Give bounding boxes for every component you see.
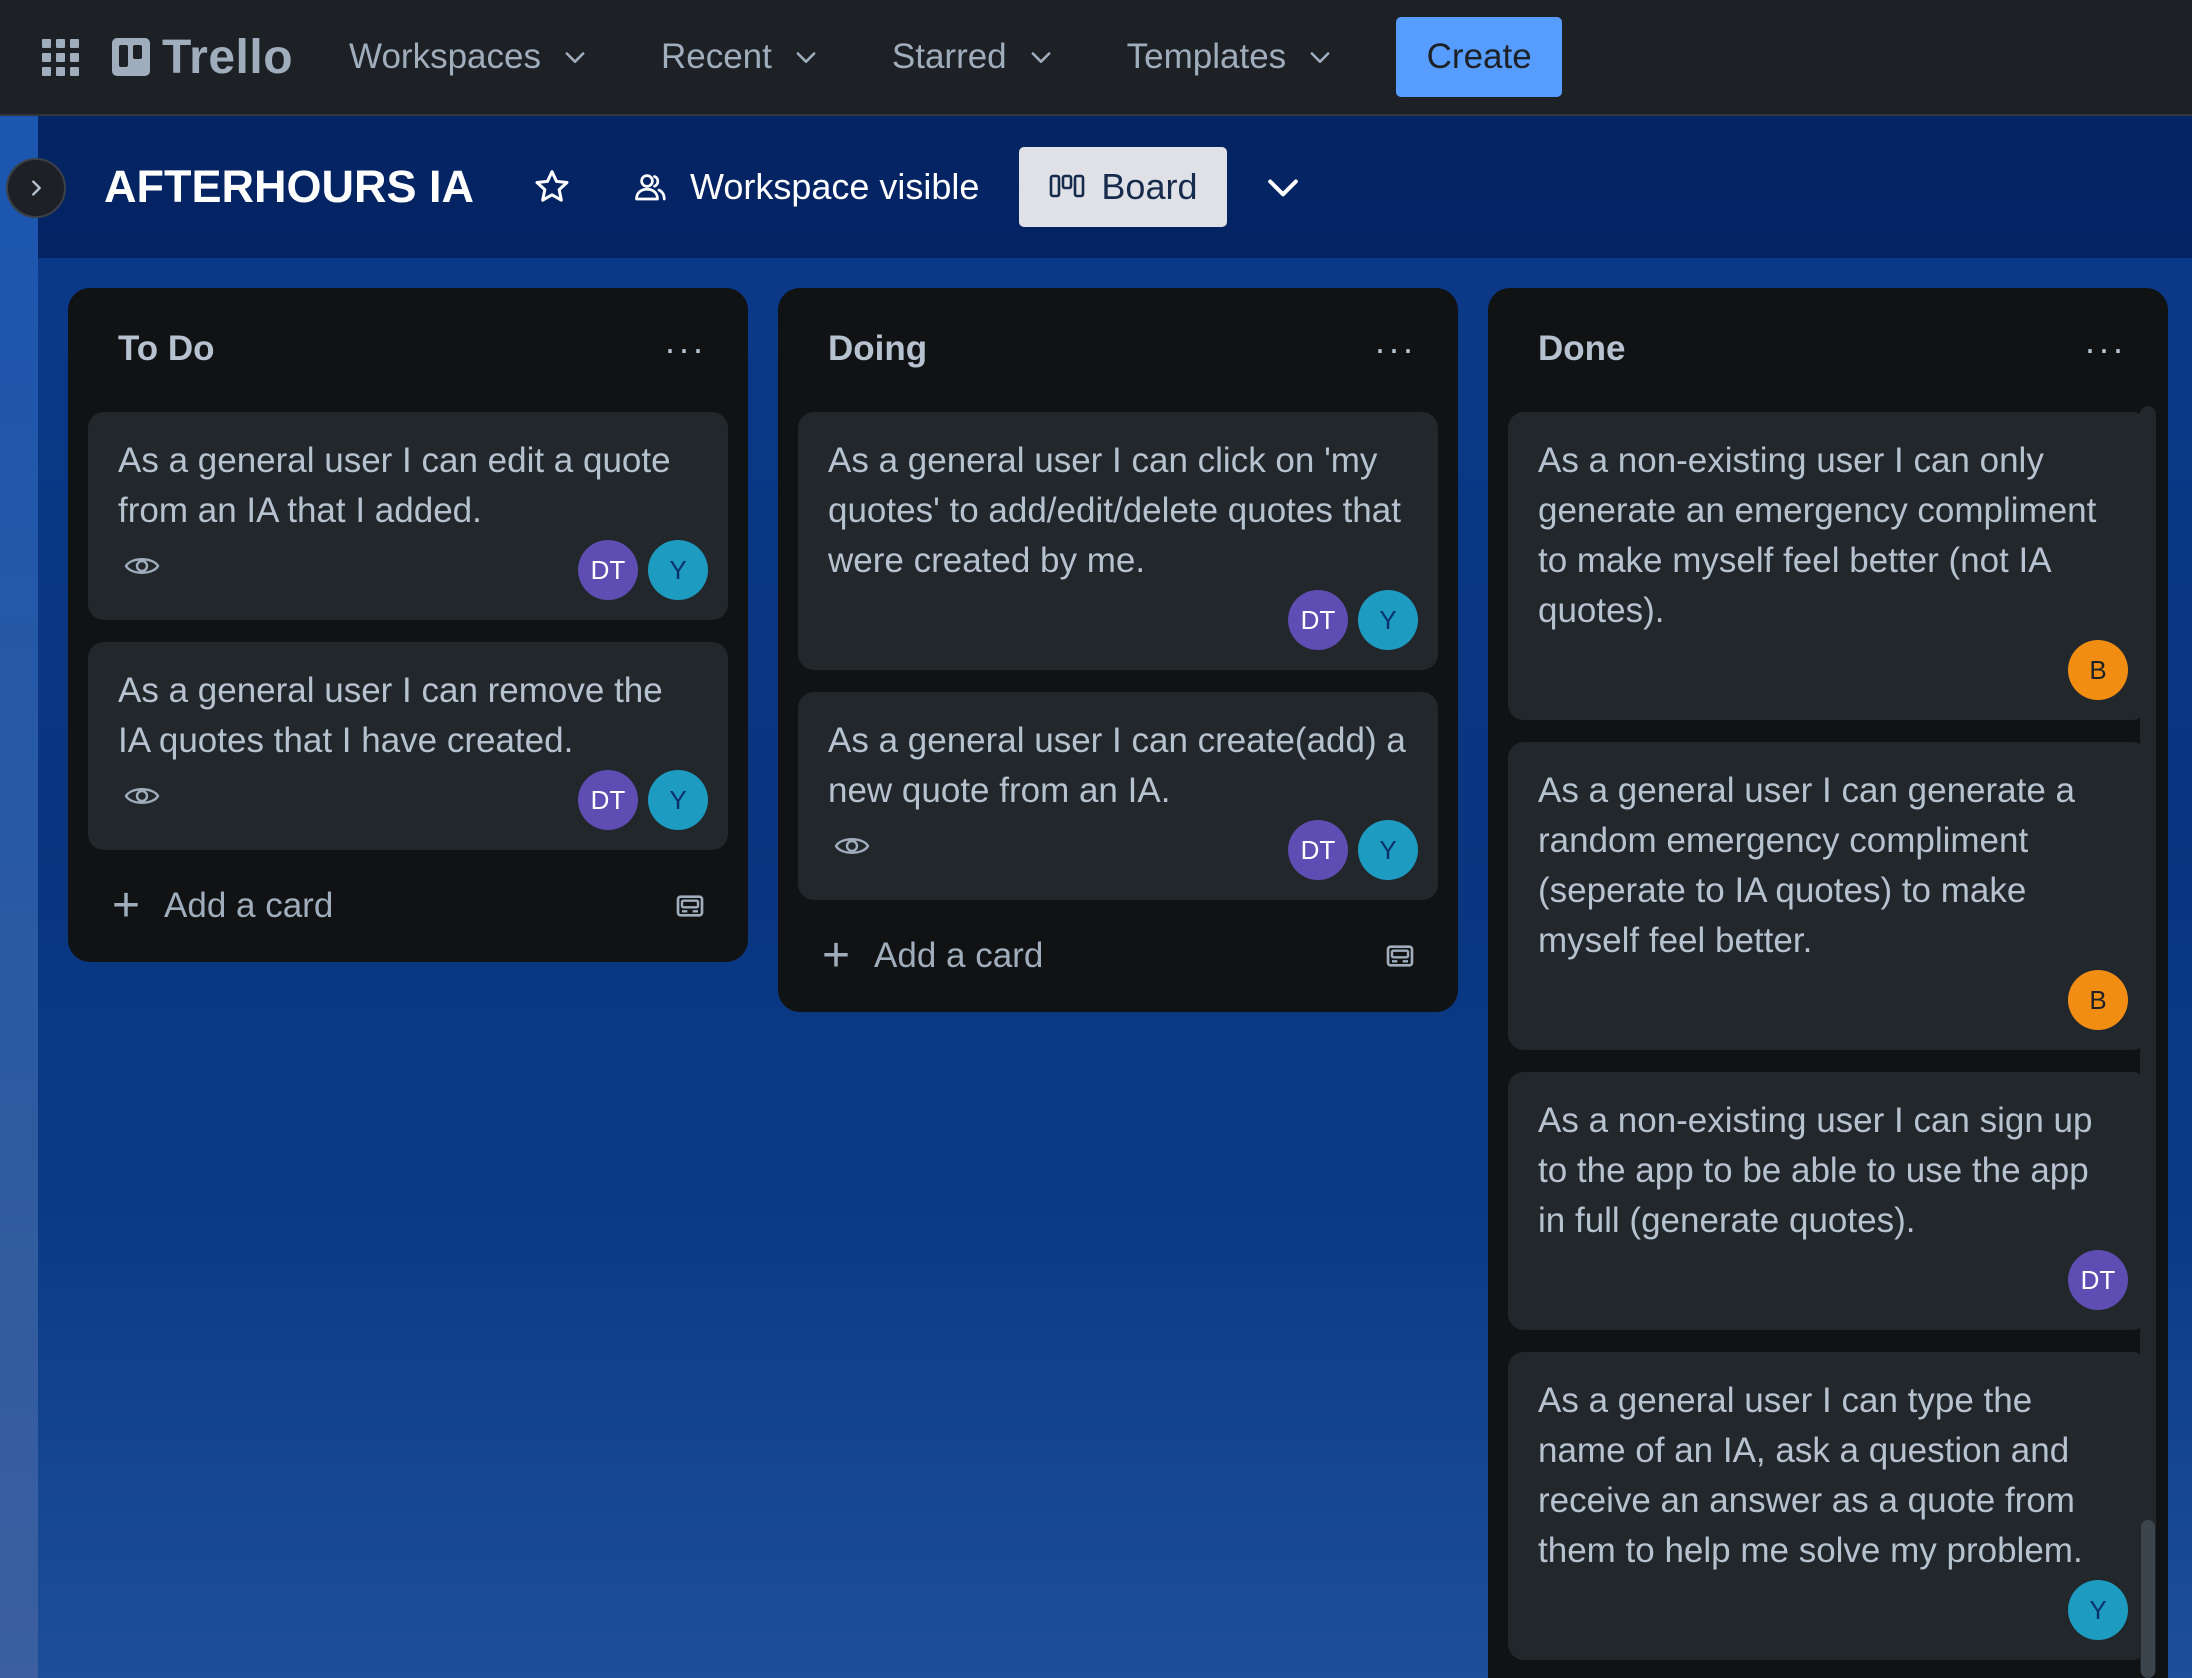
list-menu-button[interactable]: ··· <box>1374 328 1416 370</box>
templates-menu[interactable]: Templates <box>1127 37 1335 77</box>
starred-menu[interactable]: Starred <box>892 37 1055 77</box>
board-title[interactable]: AFTERHOURS IA <box>104 161 474 213</box>
list-header: Doing ··· <box>778 288 1458 410</box>
chevron-down-icon <box>1031 52 1051 63</box>
avatar[interactable]: B <box>2068 970 2128 1030</box>
chevron-down-icon <box>1310 52 1330 63</box>
plus-icon: + <box>112 879 141 932</box>
sidebar-collapsed-strip <box>0 116 38 1678</box>
board-view-button[interactable]: Board <box>1019 147 1228 227</box>
list-doing: Doing ··· As a general user I can click … <box>778 288 1458 1012</box>
chevron-down-icon <box>796 52 816 63</box>
card-members: DT Y <box>1278 590 1418 650</box>
trello-logo-icon <box>112 38 150 76</box>
chevron-down-icon[interactable] <box>1261 165 1305 209</box>
card[interactable]: As a non-existing user I can sign up to … <box>1508 1072 2148 1330</box>
board-header: AFTERHOURS IA Workspace visible Board <box>38 116 2192 258</box>
workspaces-label: Workspaces <box>349 37 541 76</box>
card-members: Y <box>2058 1580 2128 1640</box>
card-title: As a non-existing user I can only genera… <box>1538 441 2097 630</box>
templates-label: Templates <box>1126 37 1287 76</box>
card[interactable]: As a general user I can click on 'my quo… <box>798 412 1438 670</box>
card-title: As a general user I can remove the IA qu… <box>118 671 663 760</box>
card-members: DT Y <box>568 540 708 600</box>
list-done: Done ··· As a non-existing user I can on… <box>1488 288 2168 1678</box>
top-navigation: Trello Workspaces Recent Starred Templat… <box>0 0 2192 116</box>
list-scrollbar-track[interactable] <box>2140 406 2156 1678</box>
avatar[interactable]: Y <box>1358 820 1418 880</box>
board-columns-icon <box>1050 174 1085 198</box>
card-title: As a general user I can type the name of… <box>1538 1381 2083 1570</box>
create-button[interactable]: Create <box>1396 17 1563 97</box>
list-title[interactable]: Doing <box>828 329 927 369</box>
avatar[interactable]: DT <box>578 770 638 830</box>
card-members: B <box>2058 640 2128 700</box>
card-title: As a general user I can generate a rando… <box>1538 771 2076 960</box>
avatar[interactable]: DT <box>578 540 638 600</box>
board-view-label: Board <box>1101 166 1198 207</box>
list-to-do: To Do ··· As a general user I can edit a… <box>68 288 748 962</box>
card-members: DT <box>2058 1250 2128 1310</box>
list-title[interactable]: Done <box>1538 329 1626 369</box>
avatar[interactable]: Y <box>2068 1580 2128 1640</box>
eye-icon <box>834 838 870 854</box>
list-scrollbar-thumb[interactable] <box>2141 1520 2155 1678</box>
card[interactable]: As a non-existing user I can only genera… <box>1508 412 2148 720</box>
add-card-button[interactable]: + Add a card <box>88 866 728 946</box>
visibility-button[interactable]: Workspace visible <box>632 166 979 208</box>
card-members: DT Y <box>568 770 708 830</box>
card-template-icon[interactable] <box>1384 940 1416 972</box>
list-header: Done ··· <box>1488 288 2168 410</box>
card-members: DT Y <box>1278 820 1418 880</box>
chevron-right-icon <box>32 180 41 196</box>
avatar[interactable]: Y <box>1358 590 1418 650</box>
card-members: B <box>2058 970 2128 1030</box>
workspaces-menu[interactable]: Workspaces <box>349 37 589 77</box>
starred-label: Starred <box>891 37 1007 76</box>
card[interactable]: As a general user I can create(add) a ne… <box>798 692 1438 900</box>
expand-sidebar-button[interactable] <box>6 158 66 218</box>
avatar[interactable]: DT <box>2068 1250 2128 1310</box>
chevron-down-icon <box>565 52 585 63</box>
apps-grid-icon[interactable] <box>38 35 82 79</box>
eye-icon <box>124 558 160 574</box>
list-menu-button[interactable]: ··· <box>2084 328 2126 370</box>
star-icon[interactable] <box>532 167 572 207</box>
recent-menu[interactable]: Recent <box>661 37 820 77</box>
add-card-label: Add a card <box>164 886 334 925</box>
list-menu-button[interactable]: ··· <box>664 328 706 370</box>
avatar[interactable]: Y <box>648 770 708 830</box>
card[interactable]: As a general user I can edit a quote fro… <box>88 412 728 620</box>
add-card-label: Add a card <box>874 936 1044 975</box>
avatar[interactable]: DT <box>1288 820 1348 880</box>
card-title: As a general user I can edit a quote fro… <box>118 441 671 530</box>
plus-icon: + <box>822 929 851 982</box>
card[interactable]: As a general user I can type the name of… <box>1508 1352 2148 1660</box>
eye-icon <box>124 788 160 804</box>
avatar[interactable]: Y <box>648 540 708 600</box>
trello-logo[interactable]: Trello <box>112 30 293 85</box>
card-title: As a non-existing user I can sign up to … <box>1538 1101 2093 1240</box>
avatar[interactable]: DT <box>1288 590 1348 650</box>
card-title: As a general user I can click on 'my quo… <box>828 441 1401 580</box>
card-title: As a general user I can create(add) a ne… <box>828 721 1406 810</box>
logo-text: Trello <box>162 30 294 84</box>
card-template-icon[interactable] <box>674 890 706 922</box>
people-icon <box>635 174 666 201</box>
avatar[interactable]: B <box>2068 640 2128 700</box>
recent-label: Recent <box>660 37 772 76</box>
list-header: To Do ··· <box>68 288 748 410</box>
visibility-label: Workspace visible <box>690 166 980 207</box>
card[interactable]: As a general user I can remove the IA qu… <box>88 642 728 850</box>
list-title[interactable]: To Do <box>118 329 215 369</box>
card[interactable]: As a general user I can generate a rando… <box>1508 742 2148 1050</box>
add-card-button[interactable]: + Add a card <box>798 916 1438 996</box>
